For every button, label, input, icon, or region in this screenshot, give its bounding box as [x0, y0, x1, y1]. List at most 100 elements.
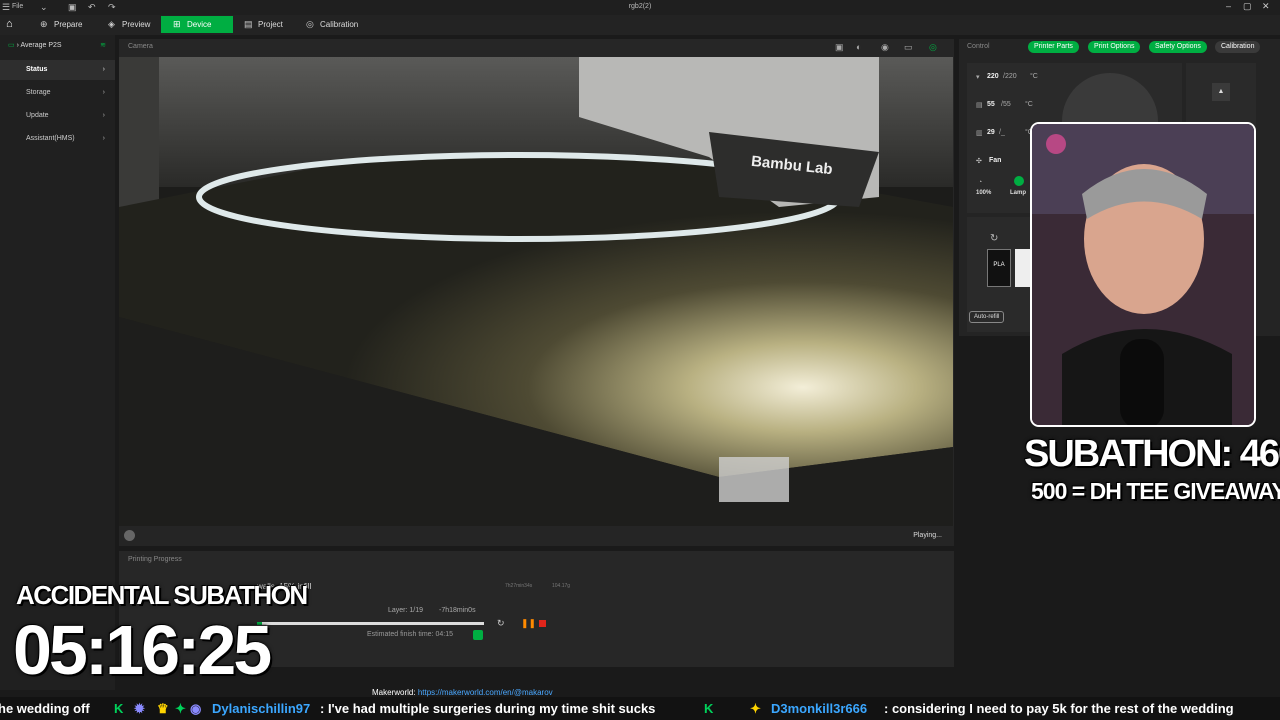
- sidebar-item-storage[interactable]: Storage ›: [0, 83, 115, 103]
- camera-status: Playing...: [913, 532, 942, 539]
- printer-icon: ▭: [8, 42, 15, 49]
- z-up-button[interactable]: ▲: [1212, 83, 1230, 101]
- temp-unit: °C: [1030, 73, 1038, 80]
- chevron-right-icon: ›: [102, 66, 105, 73]
- finish-info-icon[interactable]: [473, 630, 483, 640]
- camera-settings-icon[interactable]: [124, 530, 135, 541]
- emote-icon: ✦: [175, 701, 186, 716]
- bed-icon: ▤: [976, 102, 983, 109]
- fan-label[interactable]: Fan: [989, 157, 1001, 164]
- fan-icon: ✣: [976, 158, 982, 165]
- timelapse-icon[interactable]: ◐: [856, 42, 861, 52]
- giveaway-text: 500 = DH TEE GIVEAWAY: [1031, 478, 1280, 504]
- stop-icon[interactable]: [539, 620, 546, 627]
- main-nav: ⌂ ⊕ Prepare ◈ Preview ⊞ Device ▤ Project ◎ Ca…: [0, 15, 1280, 35]
- camera-toggle-icon[interactable]: ◎: [929, 42, 937, 53]
- print-speed[interactable]: 100%: [976, 190, 991, 196]
- badge-icon: ♛: [157, 701, 169, 716]
- camera-feed-image: [119, 57, 953, 526]
- printer-selector[interactable]: ▭ › Average P2S ≋: [8, 41, 108, 49]
- minimize-icon[interactable]: –: [1226, 1, 1231, 11]
- prepare-icon: ⊕: [40, 19, 48, 29]
- chat-ticker: he wedding off K ✹ ♛ ✦ ◉ Dylanischillin9…: [0, 697, 1280, 720]
- wifi-icon: ≋: [100, 42, 106, 49]
- emote-icon: ✦: [750, 701, 761, 716]
- auto-refill-button[interactable]: Auto-refill: [969, 311, 1005, 323]
- project-icon: ▤: [244, 19, 253, 29]
- filament-slot[interactable]: PLA: [987, 249, 1011, 287]
- nozzle-temp: 220: [987, 73, 999, 80]
- subathon-timer: 05:16:25: [13, 611, 272, 689]
- lamp-label: Lamp: [1010, 190, 1027, 196]
- nozzle-icon: ▾: [976, 74, 980, 81]
- maximize-icon[interactable]: ▢: [1243, 1, 1252, 12]
- pause-icon[interactable]: ❚❚: [521, 618, 536, 629]
- tab-project[interactable]: ▤ Project: [242, 16, 283, 33]
- bed-target[interactable]: /55: [1001, 101, 1011, 108]
- progress-bar: [257, 622, 484, 625]
- timer-title: ACCIDENTAL SUBATHON: [16, 580, 308, 610]
- video-icon[interactable]: ▭: [904, 42, 913, 53]
- tab-device[interactable]: ⊞ Device: [161, 16, 234, 33]
- chamber-temp: 29: [987, 129, 995, 136]
- control-header: Control: [967, 43, 990, 50]
- printer-name: Average P2S: [20, 42, 62, 49]
- calibration-button[interactable]: Calibration: [1215, 41, 1261, 53]
- ams-refresh-icon[interactable]: ↻: [990, 233, 998, 244]
- chamber-target[interactable]: /_: [999, 129, 1005, 136]
- streamer-webcam: [1030, 122, 1256, 427]
- window-title: rgb2(2): [628, 3, 652, 10]
- tab-preview[interactable]: ◈ Preview: [106, 16, 150, 33]
- chevron-right-icon: ›: [102, 112, 105, 119]
- makerworld-link[interactable]: Makerworld: https://makerworld.com/en/@m…: [372, 688, 553, 697]
- print-time-cost: 7h27min34s: [505, 583, 533, 589]
- filament-type: PLA: [993, 262, 1005, 268]
- home-icon[interactable]: ⌂: [6, 16, 13, 33]
- emote-icon: ✹: [134, 701, 145, 716]
- print-weight: 104.17g: [552, 583, 571, 589]
- badge-icon: K: [114, 701, 124, 716]
- chevron-right-icon: ›: [16, 42, 19, 49]
- webcam-image: [1032, 124, 1254, 425]
- safety-options-button[interactable]: Safety Options: [1149, 41, 1207, 53]
- camera-header: Camera: [128, 43, 153, 50]
- sidebar-item-assistant[interactable]: Assistant(HMS) ›: [0, 129, 115, 149]
- chat-username: Dylanischillin97: [212, 701, 311, 716]
- chat-message: : considering I need to pay 5k for the r…: [884, 701, 1234, 716]
- chat-message: : I've had multiple surgeries during my …: [320, 701, 656, 716]
- tab-prepare[interactable]: ⊕ Prepare: [38, 16, 82, 33]
- lamp-icon[interactable]: [1014, 176, 1024, 186]
- tab-calibration[interactable]: ◎ Calibration: [304, 16, 358, 33]
- camera-panel: Camera ▣ ◐ ◉ ▭ ◎ Bambu Lab Playing...: [119, 39, 954, 546]
- temp-unit: °C: [1025, 101, 1033, 108]
- close-icon[interactable]: ✕: [1262, 1, 1270, 12]
- preview-icon: ◈: [108, 19, 115, 29]
- recording-icon[interactable]: ◉: [881, 42, 889, 53]
- remaining-time: -7h18min0s: [439, 607, 476, 614]
- print-options-button[interactable]: Print Options: [1088, 41, 1141, 53]
- calibration-icon: ◎: [306, 19, 314, 29]
- device-icon: ⊞: [173, 19, 181, 29]
- title-bar: ☰ File ⌄ ▣ ↶ ↷ rgb2(2) – ▢ ✕: [0, 0, 1280, 15]
- sidebar-item-update[interactable]: Update ›: [0, 106, 115, 126]
- chat-username: D3monkill3r666: [771, 701, 868, 716]
- jog-pad[interactable]: [1062, 73, 1158, 128]
- chevron-right-icon: ›: [102, 135, 105, 142]
- sidebar-item-status[interactable]: Status ›: [0, 60, 115, 80]
- layer-counter: Layer: 1/19: [388, 607, 424, 614]
- camera-feed: Bambu Lab: [119, 57, 953, 526]
- chamber-icon: ▥: [976, 130, 983, 137]
- camera-footer: Playing...: [119, 526, 954, 546]
- nozzle-target[interactable]: /220: [1003, 73, 1017, 80]
- bed-temp: 55: [987, 101, 995, 108]
- estimated-finish: Estimated finish time: 04:15: [367, 631, 453, 638]
- printer-parts-button[interactable]: Printer Parts: [1028, 41, 1079, 53]
- emote-icon: ◉: [190, 701, 202, 716]
- sd-card-icon[interactable]: ▣: [835, 42, 844, 53]
- progress-header: Printing Progress: [128, 556, 182, 563]
- chevron-right-icon: ›: [102, 89, 105, 96]
- ticker-message: he wedding off: [0, 701, 90, 716]
- subathon-count: SUBATHON: 460: [1024, 433, 1280, 475]
- refresh-icon[interactable]: ↻: [497, 618, 505, 629]
- speed-icon: ◔: [978, 179, 983, 186]
